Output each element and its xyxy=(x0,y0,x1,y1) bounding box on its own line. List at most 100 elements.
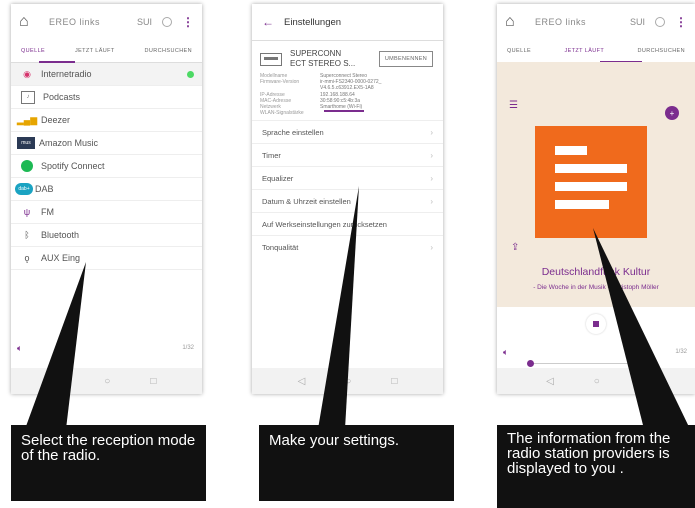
more-menu-icon[interactable]: ⋮ xyxy=(182,15,194,29)
source-item-dab[interactable]: dab+ DAB xyxy=(11,178,202,201)
setting-language[interactable]: Sprache einstellen › xyxy=(252,120,443,143)
info-row: WLAN-Signalstärke xyxy=(260,110,433,116)
caption-settings: Make your settings. xyxy=(259,425,454,501)
volume-row: 🔈︎ 1/32 xyxy=(11,338,202,358)
tab-bar: QUELLE JETZT LÄUFT DURCHSUCHEN xyxy=(497,40,695,63)
page-indicator: 1/32 xyxy=(182,345,194,351)
fm-icon: ψ xyxy=(23,207,31,217)
more-menu-icon[interactable]: ⋮ xyxy=(675,15,687,29)
settings-header: ← Einstellungen xyxy=(252,4,443,41)
show-info: - Die Woche in der Musik - Christoph Möl… xyxy=(533,284,659,291)
device-card: SUPERCONN ECT STEREO S... UMBENENNEN xyxy=(260,49,433,69)
share-icon[interactable]: ⇪ xyxy=(511,242,519,253)
amazon-music-icon: mus xyxy=(17,137,35,149)
stop-button[interactable] xyxy=(586,314,606,334)
tab-quelle[interactable]: QUELLE xyxy=(21,48,45,54)
device-info-table: Modellname Superconnect Stereo Firmware-V… xyxy=(260,73,433,116)
setting-factory-reset[interactable]: Auf Werkseinstellungen zurücksetzen xyxy=(252,212,443,235)
tab-jetzt-laeuft[interactable]: JETZT LÄUFT xyxy=(75,48,115,54)
logo-bar xyxy=(555,146,588,155)
device-code: SUI xyxy=(136,17,152,27)
spotify-icon xyxy=(19,160,35,172)
android-navbar: ◁ ○ □ xyxy=(252,368,443,394)
chevron-right-icon: › xyxy=(430,242,433,252)
internet-radio-icon: ◉ xyxy=(23,68,31,79)
home-icon[interactable]: ⌂ xyxy=(19,13,41,31)
device-code: SUI xyxy=(629,17,645,27)
volume-row: 🔈︎ 1/32 xyxy=(497,342,695,362)
source-item-bluetooth[interactable]: ᛒ Bluetooth xyxy=(11,224,202,247)
setting-label: Equalizer xyxy=(262,173,294,183)
now-playing-panel: ☰ + ⇪ Deutschlandfunk Kultur - Die Woche… xyxy=(497,62,695,307)
volume-slider[interactable] xyxy=(527,360,655,367)
source-item-fm[interactable]: ψ FM xyxy=(11,201,202,224)
chevron-right-icon: › xyxy=(430,150,433,160)
phone-screen-source: ⌂ EREO links SUI ⋮ QUELLE JETZT LÄUFT DU… xyxy=(11,4,202,394)
caption-station-info: The information from the radio station p… xyxy=(497,425,695,508)
source-item-spotify[interactable]: Spotify Connect xyxy=(11,155,202,178)
source-item-aux[interactable]: ǫ AUX Eing xyxy=(11,247,202,270)
source-item-deezer[interactable]: ▂▄▆ Deezer xyxy=(11,109,202,132)
setting-equalizer[interactable]: Equalizer › xyxy=(252,166,443,189)
tab-durchsuchen[interactable]: DURCHSUCHEN xyxy=(638,48,685,54)
source-label: DAB xyxy=(35,184,54,194)
slider-handle[interactable] xyxy=(527,360,534,367)
device-name: SUPERCONN ECT STEREO S... xyxy=(290,49,356,69)
back-nav-icon[interactable]: ◁ xyxy=(298,376,306,387)
settings-title: Einstellungen xyxy=(284,16,342,28)
recents-nav-icon[interactable]: □ xyxy=(150,376,156,387)
logo-bar xyxy=(555,200,609,209)
chevron-right-icon: › xyxy=(430,196,433,206)
station-name: Deutschlandfunk Kultur xyxy=(541,266,651,278)
back-arrow-icon[interactable]: ← xyxy=(262,15,274,29)
info-key: WLAN-Signalstärke xyxy=(260,110,304,117)
home-nav-icon[interactable]: ○ xyxy=(594,376,600,387)
source-label: Bluetooth xyxy=(41,230,80,240)
tab-durchsuchen[interactable]: DURCHSUCHEN xyxy=(145,48,192,54)
logo-bar xyxy=(555,164,627,173)
setting-label: Datum & Uhrzeit einstellen xyxy=(262,196,351,206)
home-nav-icon[interactable]: ○ xyxy=(104,376,110,387)
rename-button[interactable]: UMBENENNEN xyxy=(378,51,433,67)
volume-icon[interactable]: 🔈︎ xyxy=(503,347,508,358)
app-topbar: ⌂ EREO links SUI ⋮ xyxy=(11,4,202,40)
volume-icon[interactable]: 🔈︎ xyxy=(17,343,22,354)
setting-sound-quality[interactable]: Tonqualität › xyxy=(252,235,443,258)
tab-quelle[interactable]: QUELLE xyxy=(507,48,531,54)
deezer-icon: ▂▄▆ xyxy=(16,114,38,125)
android-navbar: ◁ ○ □ xyxy=(497,368,695,394)
tab-jetzt-laeuft[interactable]: JETZT LÄUFT xyxy=(564,48,604,54)
settings-list: Sprache einstellen › Timer › Equalizer › Da… xyxy=(252,120,443,258)
setting-label: Sprache einstellen xyxy=(262,127,324,137)
speaker-icon xyxy=(260,52,282,66)
dab-icon: dab+ xyxy=(15,183,33,195)
device-title: EREO links xyxy=(535,17,587,27)
setting-timer[interactable]: Timer › xyxy=(252,143,443,166)
favorite-icon[interactable]: + xyxy=(665,106,679,120)
power-icon[interactable] xyxy=(162,17,172,27)
list-icon[interactable]: ☰ xyxy=(509,100,518,111)
setting-datetime[interactable]: Datum & Uhrzeit einstellen › xyxy=(252,189,443,212)
setting-label: Auf Werkseinstellungen zurücksetzen xyxy=(262,219,387,229)
caption-reception-mode: Select the reception mode of the radio. xyxy=(11,425,206,501)
home-nav-icon[interactable]: ○ xyxy=(345,376,351,387)
tab-bar: QUELLE JETZT LÄUFT DURCHSUCHEN xyxy=(11,40,202,63)
android-navbar: ◁ ○ □ xyxy=(11,368,202,394)
recents-nav-icon[interactable]: □ xyxy=(391,376,397,387)
back-nav-icon[interactable]: ◁ xyxy=(546,376,554,387)
recents-nav-icon[interactable]: □ xyxy=(640,376,646,387)
bluetooth-icon: ᛒ xyxy=(24,230,30,240)
source-label: Deezer xyxy=(41,115,71,125)
home-icon[interactable]: ⌂ xyxy=(505,13,527,31)
source-item-internetradio[interactable]: ◉ Internetradio xyxy=(11,63,202,86)
station-logo xyxy=(535,126,647,238)
active-indicator-dot xyxy=(187,70,194,78)
source-label: Amazon Music xyxy=(39,138,99,148)
source-item-amazon-music[interactable]: mus Amazon Music xyxy=(11,132,202,155)
back-nav-icon[interactable]: ◁ xyxy=(57,376,65,387)
power-icon[interactable] xyxy=(655,17,665,27)
source-item-podcasts[interactable]: ♪ Podcasts xyxy=(11,86,202,109)
source-label: AUX Eing xyxy=(41,253,81,263)
podcasts-icon: ♪ xyxy=(21,90,35,104)
phone-screen-now-playing: ⌂ EREO links SUI ⋮ QUELLE JETZT LÄUFT DU… xyxy=(497,4,695,394)
